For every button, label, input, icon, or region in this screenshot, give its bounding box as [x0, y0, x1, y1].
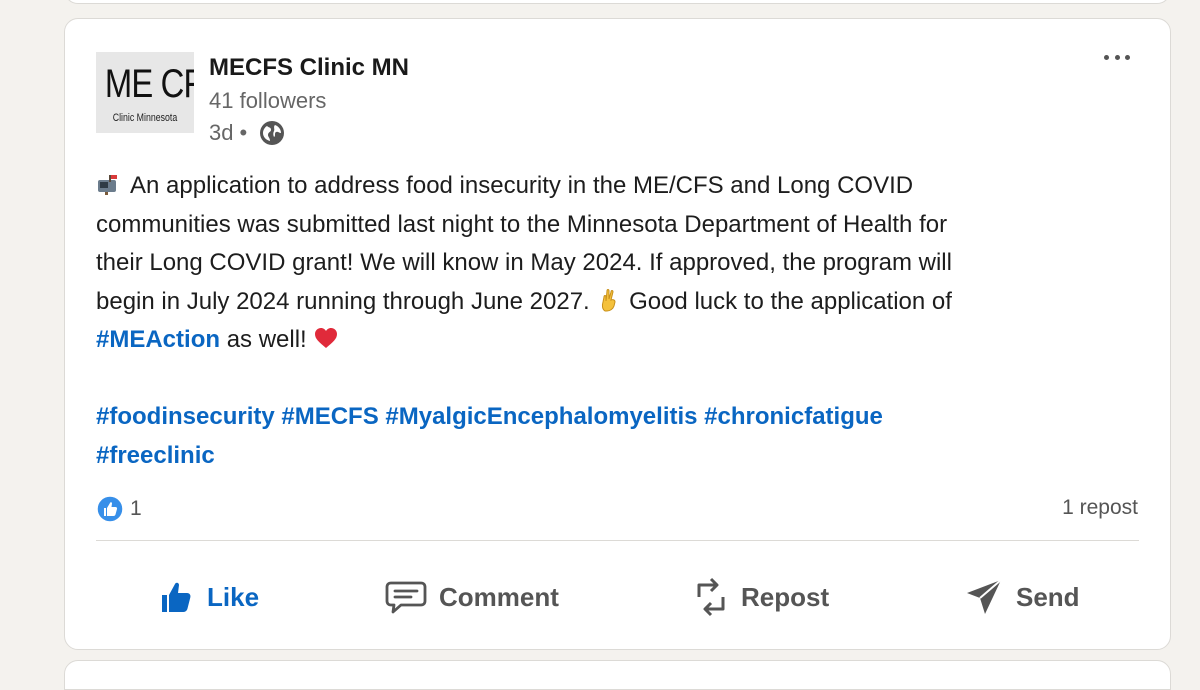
post-line-1: An application to address food insecurit… [96, 167, 1146, 206]
post-body: An application to address food insecurit… [96, 167, 1146, 475]
crossed-fingers-icon [596, 287, 622, 313]
more-dot [1104, 54, 1109, 60]
author-name[interactable]: MECFS Clinic MN [209, 54, 409, 82]
meta-separator: • [239, 120, 248, 145]
globe-icon [259, 120, 285, 146]
author-avatar-logo[interactable]: ME CFS Clinic Minnesota [96, 52, 194, 133]
like-reaction-icon [96, 495, 124, 523]
follower-count: 41 followers [209, 88, 327, 113]
like-label: Like [207, 581, 260, 612]
red-heart-icon [313, 325, 339, 351]
thumbs-up-icon [157, 578, 195, 616]
send-label: Send [1016, 581, 1080, 612]
like-button[interactable]: Like [157, 569, 259, 625]
hashtag-freeclinic[interactable]: #freeclinic [96, 442, 215, 469]
repost-count[interactable]: 1 repost [1062, 496, 1138, 520]
hashtag-list[interactable]: #foodinsecurity #MECFS #MyalgicEncephalo… [96, 403, 883, 430]
more-dot [1114, 54, 1120, 60]
post-text-line-1: An application to address food insecurit… [130, 172, 914, 199]
post-card: ME CFS Clinic Minnesota MECFS Clinic MN … [64, 18, 1171, 650]
repost-label: Repost [741, 581, 830, 612]
repost-button[interactable]: Repost [693, 569, 829, 625]
post-blank-line [96, 360, 1146, 399]
action-divider [96, 540, 1139, 541]
comment-button[interactable]: Comment [385, 569, 559, 625]
post-text-line-5: as well! [226, 326, 307, 353]
logo-main-text: ME CFS [104, 62, 194, 106]
more-options-button[interactable] [1101, 45, 1133, 69]
hashtags-line-1: #foodinsecurity #MECFS #MyalgicEncephalo… [96, 398, 1146, 437]
comment-icon [385, 578, 427, 616]
previous-post-card-edge [64, 0, 1171, 4]
post-line-4: begin in July 2024 running through June … [96, 283, 1146, 322]
post-text-line-2: communities was submitted last night to … [96, 210, 948, 238]
reaction-summary[interactable]: 1 [96, 493, 142, 525]
post-line-5: #MEAction as well! [96, 321, 1146, 360]
post-text-line-4a: begin in July 2024 running through June … [96, 287, 590, 315]
comment-label: Comment [439, 581, 559, 612]
reaction-count: 1 [130, 497, 142, 520]
post-text-line-4b: Good luck to the application of [629, 287, 952, 315]
hashtags-line-2: #freeclinic [96, 437, 1146, 476]
more-dot [1125, 54, 1130, 60]
post-text-line-3: their Long COVID grant! We will know in … [96, 249, 952, 276]
post-meta: 3d • [209, 119, 285, 147]
repost-icon [693, 575, 729, 619]
hashtag-meaction[interactable]: #MEAction [96, 326, 220, 353]
mailbox-icon [96, 169, 122, 195]
post-time: 3d [209, 120, 234, 145]
logo-sub-text: Clinic Minnesota [112, 112, 178, 124]
send-icon [964, 577, 1004, 617]
send-button[interactable]: Send [964, 569, 1080, 625]
next-post-card-edge [64, 660, 1171, 690]
